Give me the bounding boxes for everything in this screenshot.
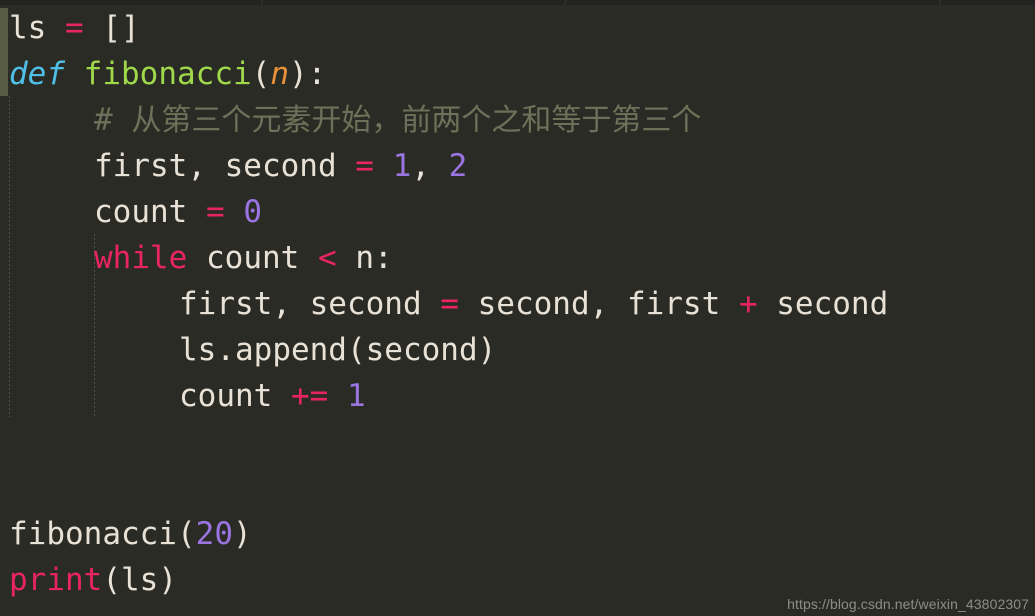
code-content[interactable]: ls = [] def fibonacci(n): # 从第三个元素开始，前两个之和…: [0, 5, 1035, 603]
code-line-12[interactable]: fibonacci(20): [0, 511, 1035, 557]
token-number: 2: [448, 148, 468, 184]
code-line-3[interactable]: # 从第三个元素开始，前两个之和等于第三个: [0, 97, 1035, 143]
code-line-6[interactable]: while count < n:: [0, 235, 1035, 281]
token-default: [65, 56, 84, 92]
token-default: first, second: [94, 148, 356, 184]
code-line-8[interactable]: ls.append(second): [0, 327, 1035, 373]
token-default: [328, 378, 347, 414]
token-number: 20: [195, 516, 233, 552]
token-operator: =: [440, 286, 459, 322]
token-comment: #: [94, 102, 132, 138]
code-line-4[interactable]: first, second = 1, 2: [0, 143, 1035, 189]
token-default: []: [83, 10, 140, 46]
token-function-name: fibonacci: [83, 56, 252, 92]
token-default: fibonacci: [9, 516, 177, 552]
token-default: [225, 194, 244, 230]
token-punct: (: [251, 56, 271, 92]
token-default: ls: [9, 10, 65, 46]
token-operator: <: [317, 240, 337, 276]
code-line-1[interactable]: ls = []: [0, 5, 1035, 51]
token-operator: =: [355, 148, 374, 184]
token-default: count: [94, 194, 206, 230]
token-number: 1: [392, 148, 412, 184]
token-punct: ):: [289, 56, 327, 92]
token-operator: +: [738, 286, 758, 322]
token-default: second, first: [458, 286, 739, 322]
token-operator: =: [65, 10, 84, 46]
code-line-11[interactable]: [0, 465, 1035, 511]
code-line-7[interactable]: first, second = second, first + second: [0, 281, 1035, 327]
token-default: second: [757, 286, 889, 322]
token-cjk-comment: 从第三个元素开始，前两个之和等于第三个: [131, 103, 702, 138]
token-default: first, second: [179, 286, 441, 322]
watermark-url: https://blog.csdn.net/weixin_43802307: [787, 596, 1029, 612]
token-default: n:: [336, 240, 393, 276]
token-number: 1: [346, 378, 366, 414]
token-default: count: [179, 378, 291, 414]
token-default: [374, 148, 393, 184]
token-operator: =: [205, 194, 225, 230]
token-default: ls.append(second): [179, 332, 497, 368]
token-default: count: [187, 240, 318, 276]
token-keyword: print: [9, 562, 103, 598]
code-line-9[interactable]: count += 1: [0, 373, 1035, 419]
token-operator: +=: [290, 378, 329, 414]
token-default: (ls): [102, 562, 177, 598]
code-line-2[interactable]: def fibonacci(n):: [0, 51, 1035, 97]
code-line-5[interactable]: count = 0: [0, 189, 1035, 235]
token-punct: (: [176, 516, 196, 552]
token-parameter: n: [270, 56, 289, 92]
token-default: ,: [411, 148, 449, 184]
token-keyword: while: [94, 240, 188, 276]
code-line-10[interactable]: [0, 419, 1035, 465]
token-punct: ): [232, 516, 252, 552]
token-def-keyword: def: [9, 56, 65, 92]
code-editor[interactable]: ls = [] def fibonacci(n): # 从第三个元素开始，前两个之和…: [0, 0, 1035, 616]
token-number: 0: [243, 194, 262, 230]
